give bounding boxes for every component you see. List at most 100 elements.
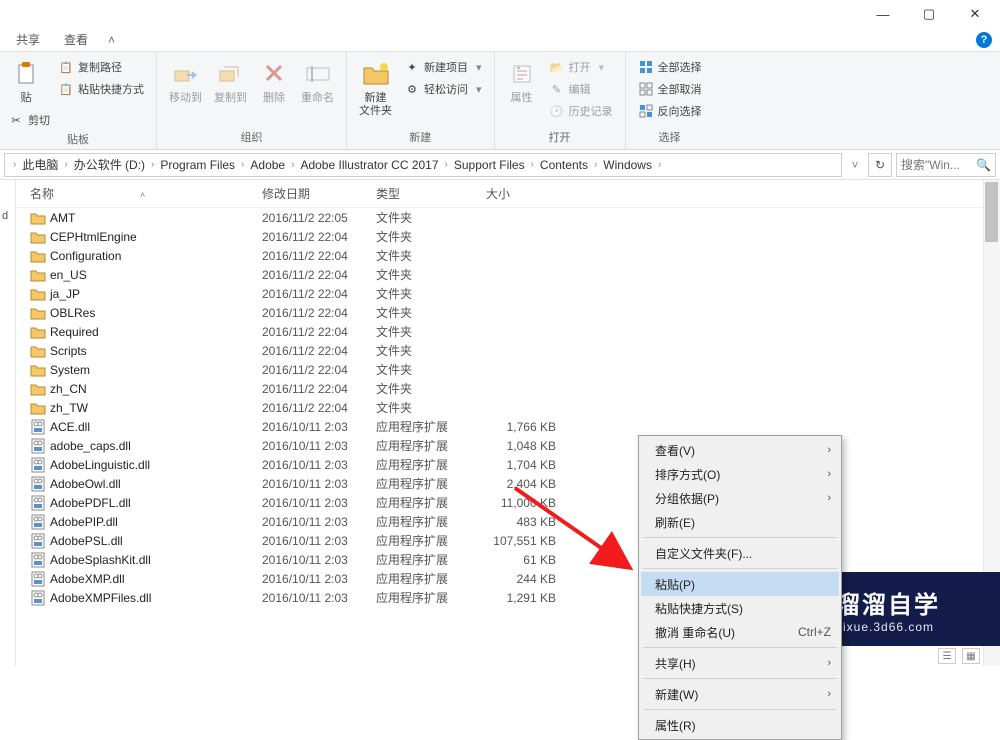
select-none-button[interactable]: 全部取消	[636, 80, 704, 98]
dll-file-icon	[30, 438, 46, 454]
refresh-button[interactable]: ↻	[868, 153, 892, 177]
file-name: AdobeLinguistic.dll	[50, 458, 150, 472]
file-row[interactable]: OBLRes2016/11/2 22:04文件夹	[16, 303, 1000, 322]
file-row[interactable]: AdobeSplashKit.dll2016/10/11 2:03应用程序扩展6…	[16, 550, 1000, 569]
breadcrumb-segment[interactable]: 办公软件 (D:)	[72, 156, 147, 173]
ctx-customize[interactable]: 自定义文件夹(F)...	[641, 541, 839, 565]
file-row[interactable]: ja_JP2016/11/2 22:04文件夹	[16, 284, 1000, 303]
file-row[interactable]: AdobeOwl.dll2016/10/11 2:03应用程序扩展2,404 K…	[16, 474, 1000, 493]
paste-shortcut-button[interactable]: 📋 粘贴快捷方式	[56, 80, 146, 98]
ctx-paste-shortcut[interactable]: 粘贴快捷方式(S)	[641, 596, 839, 620]
file-row[interactable]: CEPHtmlEngine2016/11/2 22:04文件夹	[16, 227, 1000, 246]
breadcrumb-segment[interactable]: Contents	[538, 158, 590, 172]
file-row[interactable]: en_US2016/11/2 22:04文件夹	[16, 265, 1000, 284]
ctx-new[interactable]: 新建(W)›	[641, 682, 839, 706]
properties-button[interactable]: 属性	[501, 54, 543, 109]
file-row[interactable]: Configuration2016/11/2 22:04文件夹	[16, 246, 1000, 265]
file-name: AdobePDFL.dll	[50, 496, 131, 510]
file-row[interactable]: ACE.dll2016/10/11 2:03应用程序扩展1,766 KB	[16, 417, 1000, 436]
breadcrumb-segment[interactable]: Support Files	[452, 158, 527, 172]
rename-button[interactable]: 重命名	[295, 54, 340, 109]
minimize-button[interactable]: —	[860, 0, 906, 28]
tab-view[interactable]: 查看	[52, 27, 100, 52]
copy-to-button[interactable]: 复制到	[208, 54, 253, 109]
file-size: 1,704 KB	[486, 458, 576, 472]
file-row[interactable]: Required2016/11/2 22:04文件夹	[16, 322, 1000, 341]
history-button[interactable]: 🕑 历史记录	[547, 102, 615, 120]
file-date: 2016/11/2 22:04	[262, 363, 376, 377]
ctx-sort[interactable]: 排序方式(O)›	[641, 462, 839, 486]
file-date: 2016/11/2 22:04	[262, 287, 376, 301]
ribbon-group-select: 全部选择 全部取消 反向选择 选择	[626, 52, 714, 149]
file-row[interactable]: AMT2016/11/2 22:05文件夹	[16, 208, 1000, 227]
file-row[interactable]: adobe_caps.dll2016/10/11 2:03应用程序扩展1,048…	[16, 436, 1000, 455]
paste-button[interactable]: 贴	[6, 54, 52, 109]
breadcrumb-segment[interactable]: Adobe Illustrator CC 2017	[298, 158, 440, 172]
ctx-undo[interactable]: 撤消 重命名(U)Ctrl+Z	[641, 620, 839, 644]
easy-access-button[interactable]: ⚙ 轻松访问▾	[402, 80, 484, 98]
edit-button[interactable]: ✎ 编辑	[547, 80, 615, 98]
file-row[interactable]: AdobePSL.dll2016/10/11 2:03应用程序扩展107,551…	[16, 531, 1000, 550]
help-icon[interactable]: ?	[976, 32, 992, 48]
tab-share[interactable]: 共享	[4, 27, 52, 52]
file-date: 2016/10/11 2:03	[262, 439, 376, 453]
maximize-button[interactable]: ▢	[906, 0, 952, 28]
file-date: 2016/10/11 2:03	[262, 477, 376, 491]
search-field[interactable]	[901, 158, 976, 172]
file-row[interactable]: zh_TW2016/11/2 22:04文件夹	[16, 398, 1000, 417]
file-name: AdobePSL.dll	[50, 534, 123, 548]
column-size[interactable]: 大小	[486, 185, 576, 202]
file-size: 2,404 KB	[486, 477, 576, 491]
file-row[interactable]: System2016/11/2 22:04文件夹	[16, 360, 1000, 379]
view-large-icon[interactable]: ▦	[962, 648, 980, 664]
search-input[interactable]: 🔍	[896, 153, 996, 177]
chevron-right-icon: ›	[237, 159, 248, 170]
ctx-group[interactable]: 分组依据(P)›	[641, 486, 839, 510]
file-row[interactable]: AdobePDFL.dll2016/10/11 2:03应用程序扩展11,000…	[16, 493, 1000, 512]
open-button[interactable]: 📂 打开▾	[547, 58, 615, 76]
titlebar: — ▢ ✕	[0, 0, 1000, 28]
invert-selection-button[interactable]: 反向选择	[636, 102, 704, 120]
move-to-button[interactable]: 移动到	[163, 54, 208, 109]
copy-path-button[interactable]: 📋 复制路径	[56, 58, 146, 76]
cut-button[interactable]: ✂ 剪切	[6, 111, 52, 129]
address-dropdown-icon[interactable]: ˅	[846, 158, 864, 172]
move-to-icon	[173, 58, 199, 90]
ctx-refresh[interactable]: 刷新(E)	[641, 510, 839, 534]
column-type[interactable]: 类型	[376, 185, 486, 202]
ribbon-group-new: 新建 文件夹 ✦ 新建项目▾ ⚙ 轻松访问▾ 新建	[347, 52, 495, 149]
file-name: Required	[50, 325, 99, 339]
scrollbar-thumb[interactable]	[985, 182, 998, 242]
file-name: CEPHtmlEngine	[50, 230, 137, 244]
column-name[interactable]: 名称˄	[30, 185, 262, 202]
file-row[interactable]: zh_CN2016/11/2 22:04文件夹	[16, 379, 1000, 398]
breadcrumb-segment[interactable]: Adobe	[248, 158, 287, 172]
file-row[interactable]: Scripts2016/11/2 22:04文件夹	[16, 341, 1000, 360]
ribbon-collapse-icon[interactable]: ˄	[100, 29, 123, 51]
breadcrumb-segment[interactable]: Program Files	[158, 158, 237, 172]
folder-icon	[30, 286, 46, 302]
new-folder-button[interactable]: 新建 文件夹	[353, 54, 398, 122]
breadcrumb[interactable]: › 此电脑›办公软件 (D:)›Program Files›Adobe›Adob…	[4, 153, 842, 177]
ctx-properties[interactable]: 属性(R)	[641, 713, 839, 737]
view-details-icon[interactable]: ☰	[938, 648, 956, 664]
ribbon-group-label: 打开	[501, 127, 619, 149]
dll-file-icon	[30, 457, 46, 473]
select-all-icon	[638, 59, 654, 75]
breadcrumb-segment[interactable]: 此电脑	[20, 156, 60, 173]
tree-item[interactable]: d	[0, 210, 15, 222]
file-size: 61 KB	[486, 553, 576, 567]
file-row[interactable]: AdobeLinguistic.dll2016/10/11 2:03应用程序扩展…	[16, 455, 1000, 474]
close-button[interactable]: ✕	[952, 0, 998, 28]
properties-icon	[511, 58, 533, 90]
ctx-paste[interactable]: 粘贴(P)	[641, 572, 839, 596]
file-row[interactable]: AdobePIP.dll2016/10/11 2:03应用程序扩展483 KB	[16, 512, 1000, 531]
new-item-button[interactable]: ✦ 新建项目▾	[402, 58, 484, 76]
nav-tree[interactable]: d	[0, 180, 16, 666]
breadcrumb-segment[interactable]: Windows	[601, 158, 654, 172]
column-date[interactable]: 修改日期	[262, 185, 376, 202]
select-all-button[interactable]: 全部选择	[636, 58, 704, 76]
ctx-view[interactable]: 查看(V)›	[641, 438, 839, 462]
delete-button[interactable]: 删除	[253, 54, 295, 109]
ctx-share[interactable]: 共享(H)›	[641, 651, 839, 675]
